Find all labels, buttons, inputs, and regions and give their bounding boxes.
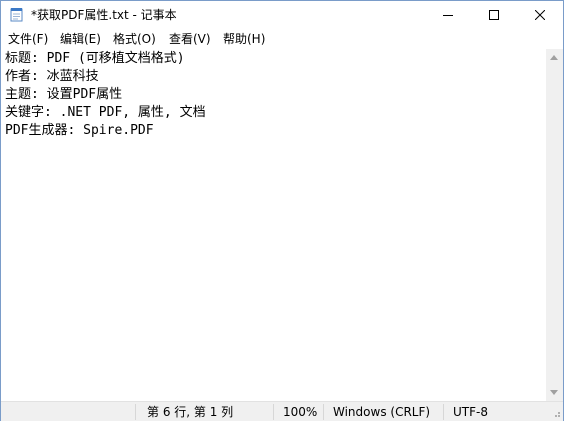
window-title: *获取PDF属性.txt - 记事本 — [31, 8, 177, 22]
menu-format[interactable]: 格式(O) — [113, 31, 156, 47]
scroll-up-icon[interactable] — [550, 55, 558, 60]
status-divider — [443, 404, 444, 420]
resize-grip-icon[interactable] — [546, 401, 563, 420]
text-line: 作者: 冰蓝科技 — [5, 69, 99, 84]
cursor-position: 第 6 行, 第 1 列 — [147, 405, 234, 419]
title-bar[interactable]: *获取PDF属性.txt - 记事本 — [1, 1, 563, 29]
notepad-icon — [10, 8, 23, 22]
text-editor[interactable]: 标题: PDF (可移植文档格式) 作者: 冰蓝科技 主题: 设置PDF属性 关… — [1, 49, 546, 401]
text-line: 主题: 设置PDF属性 — [5, 87, 123, 102]
close-button[interactable] — [517, 1, 563, 29]
status-divider — [323, 404, 324, 420]
text-line: 标题: PDF (可移植文档格式) — [5, 51, 185, 66]
close-icon — [535, 10, 545, 20]
status-bar: 第 6 行, 第 1 列 100% Windows (CRLF) UTF-8 — [1, 401, 563, 421]
menu-file[interactable]: 文件(F) — [8, 31, 48, 47]
notepad-window: *获取PDF属性.txt - 记事本 文件(F) 编辑(E) 格式(O) 查看(… — [0, 0, 564, 421]
minimize-icon — [443, 15, 453, 16]
menu-help[interactable]: 帮助(H) — [223, 31, 265, 47]
menu-view[interactable]: 查看(V) — [169, 31, 211, 47]
line-ending: Windows (CRLF) — [333, 405, 431, 419]
text-line: PDF生成器: Spire.PDF — [5, 123, 154, 138]
menu-edit[interactable]: 编辑(E) — [60, 31, 101, 47]
zoom-level: 100% — [283, 405, 318, 419]
encoding: UTF-8 — [453, 405, 488, 419]
vertical-scrollbar[interactable] — [546, 49, 563, 401]
maximize-button[interactable] — [471, 1, 517, 29]
status-divider — [135, 404, 136, 420]
scroll-down-icon[interactable] — [550, 390, 558, 395]
text-line: 关键字: .NET PDF, 属性, 文档 — [5, 105, 206, 120]
minimize-button[interactable] — [425, 1, 471, 29]
status-divider — [273, 404, 274, 420]
menu-bar: 文件(F) 编辑(E) 格式(O) 查看(V) 帮助(H) — [1, 29, 563, 49]
maximize-icon — [489, 10, 499, 20]
